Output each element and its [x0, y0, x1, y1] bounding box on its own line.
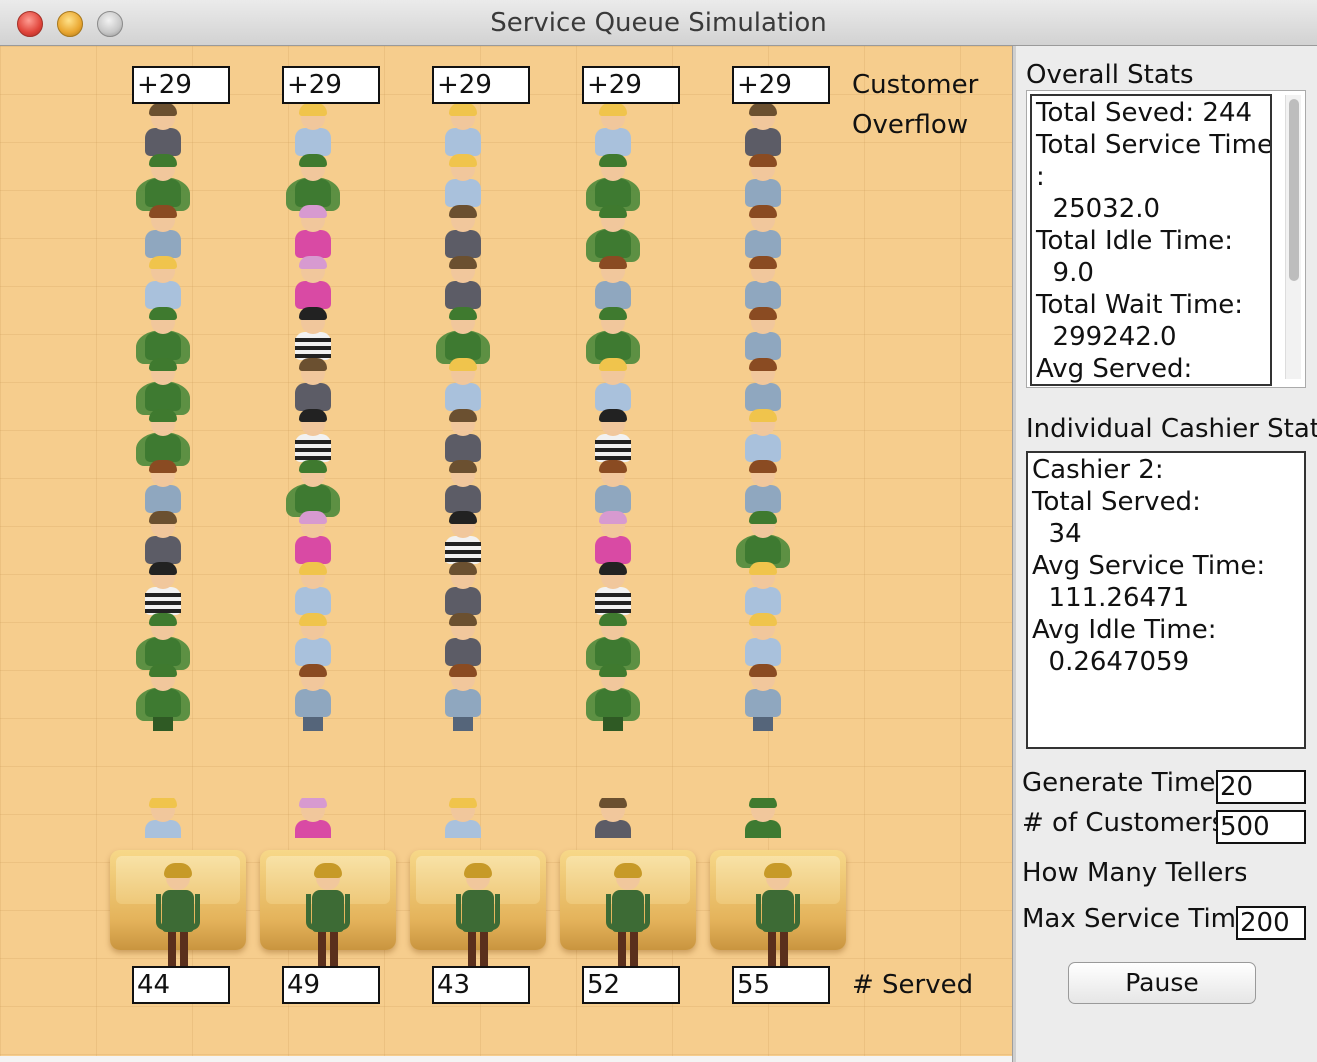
customer-queue-lane-2	[278, 103, 348, 866]
overflow-label-line2: Overflow	[852, 110, 969, 140]
served-count-lane-1: 44	[132, 966, 230, 1004]
window-title: Service Queue Simulation	[490, 8, 827, 38]
customer-brunette-figure	[436, 664, 490, 731]
overall-stats-line: 299242.0	[1036, 322, 1177, 352]
customer-elf-figure	[586, 664, 640, 731]
overall-stats-scroll-thumb[interactable]	[1289, 99, 1299, 281]
overall-stats-line: Total Seved: 244	[1036, 98, 1253, 128]
tellers-label: How Many Tellers'	[1022, 858, 1246, 888]
teller-figure-1	[154, 863, 202, 978]
cashier-stats-line: Total Served:	[1032, 487, 1201, 517]
overall-stats-line: Total Wait Time:	[1036, 290, 1244, 320]
customer-brunette-figure	[286, 664, 340, 731]
customer-queue-lane-1	[128, 103, 198, 866]
customer-at-counter-figure	[586, 798, 640, 838]
teller-figure-3	[454, 863, 502, 978]
overflow-count-lane-3: +29	[432, 66, 530, 104]
cashier-stats-textarea[interactable]: Cashier 2: Total Served: 34 Avg Service Ti…	[1026, 451, 1306, 749]
generate-time-label: Generate Time:	[1022, 768, 1225, 798]
customer-at-counter-figure	[136, 798, 190, 838]
overall-stats-line: Total Idle Time:	[1036, 226, 1234, 256]
simulation-canvas	[0, 46, 1012, 1056]
cashier-stats-line: 111.26471	[1032, 583, 1190, 613]
title-bar: Service Queue Simulation	[0, 0, 1317, 46]
overflow-count-lane-1: +29	[132, 66, 230, 104]
overflow-count-lane-2: +29	[282, 66, 380, 104]
customer-queue-lane-3	[428, 103, 498, 866]
served-count-lane-4: 52	[582, 966, 680, 1004]
overall-stats-line: 25032.0	[1036, 194, 1161, 224]
overall-stats-line: 9.0	[1036, 258, 1094, 288]
overall-stats-textarea[interactable]: Total Seved: 244 Total Service Time: 2503…	[1030, 94, 1272, 386]
generate-time-input[interactable]: 20	[1216, 770, 1306, 804]
overall-stats-title: Overall Stats	[1026, 60, 1194, 90]
overall-stats-line: :	[1036, 162, 1045, 192]
overall-stats-line: Total Service Time	[1036, 130, 1272, 160]
max-service-label: Max Service Time	[1022, 904, 1253, 934]
customer-queue-lane-4	[578, 103, 648, 866]
overall-stats-scrollpane: Total Seved: 244 Total Service Time: 2503…	[1026, 90, 1306, 388]
customer-at-counter-figure	[286, 798, 340, 838]
customer-at-counter-figure	[436, 798, 490, 838]
overall-stats-scrollbar[interactable]	[1285, 95, 1301, 379]
cashier-stats-line: Avg Idle Time:	[1032, 615, 1217, 645]
customer-brunette-figure	[736, 664, 790, 731]
served-label: # Served	[852, 970, 974, 1000]
cashier-stats-line: Avg Service Time:	[1032, 551, 1266, 581]
split-divider[interactable]	[1012, 46, 1016, 1062]
max-service-input[interactable]: 200	[1236, 906, 1306, 940]
customer-queue-lane-5	[728, 103, 798, 866]
customers-label: # of Customers	[1022, 808, 1226, 838]
served-count-lane-2: 49	[282, 966, 380, 1004]
overflow-count-lane-5: +29	[732, 66, 830, 104]
cashier-stats-title: Individual Cashier Stats	[1026, 414, 1317, 444]
customer-at-counter-figure	[736, 798, 790, 838]
overflow-label-line1: Customer	[852, 70, 979, 100]
cashier-stats-line: Cashier 2:	[1032, 455, 1164, 485]
cashier-stats-line: 34	[1032, 519, 1082, 549]
customer-elf-figure	[136, 664, 190, 731]
served-count-lane-5: 55	[732, 966, 830, 1004]
customers-input[interactable]: 500	[1216, 810, 1306, 844]
teller-figure-5	[754, 863, 802, 978]
cashier-stats-line: 0.2647059	[1032, 647, 1190, 677]
served-count-lane-3: 43	[432, 966, 530, 1004]
overall-stats-line: Avg Served:	[1036, 354, 1193, 384]
overflow-count-lane-4: +29	[582, 66, 680, 104]
canvas-bottom-edge	[0, 1056, 1012, 1062]
pause-button[interactable]: Pause	[1068, 962, 1256, 1004]
teller-figure-2	[304, 863, 352, 978]
teller-figure-4	[604, 863, 652, 978]
